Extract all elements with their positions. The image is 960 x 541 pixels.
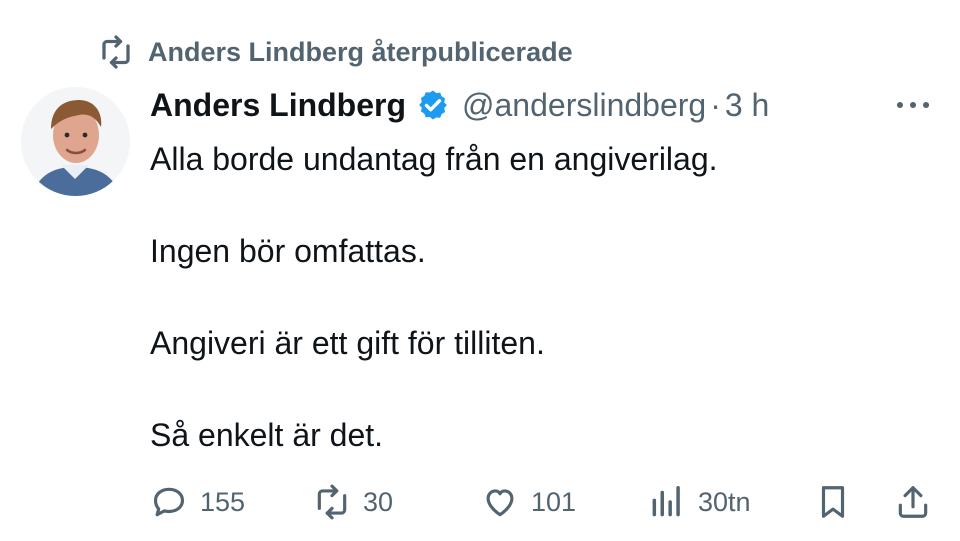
tweet-paragraph: Alla borde undantag från en angiverilag. [150, 141, 718, 177]
repost-icon [317, 484, 347, 520]
heart-icon [486, 489, 514, 517]
verified-badge-icon[interactable] [416, 88, 450, 122]
views-count: 30tn [698, 486, 751, 517]
repost-indicator[interactable]: Anders Lindberg återpublicerade [98, 34, 573, 70]
views-button[interactable]: 30tn [648, 480, 751, 524]
views-chart-icon [652, 486, 680, 517]
reply-count: 155 [200, 486, 246, 517]
more-icon [896, 101, 930, 109]
avatar[interactable] [21, 87, 130, 196]
more-options-button[interactable] [890, 89, 936, 121]
bookmark-button[interactable] [814, 480, 852, 524]
like-button[interactable]: 101 [481, 480, 576, 524]
reply-button[interactable]: 155 [150, 480, 245, 524]
repost-label: Anders Lindberg återpublicerade [148, 36, 573, 67]
like-count: 101 [531, 486, 577, 517]
reply-icon [153, 487, 185, 517]
tweet-header: Anders Lindberg @anderslindberg · 3 h [150, 82, 936, 128]
avatar-image [21, 87, 130, 196]
share-icon [898, 486, 928, 518]
tweet-action-bar: 155 30 101 30tn [150, 480, 936, 524]
share-button[interactable] [894, 480, 932, 524]
repost-icon [102, 35, 130, 69]
author-handle[interactable]: @anderslindberg [462, 87, 706, 124]
tweet-text: Alla borde undantag från en angiverilag.… [150, 136, 930, 458]
tweet-paragraph: Angiveri är ett gift för tilliten. [150, 325, 545, 361]
bookmark-icon [821, 486, 845, 518]
repost-button[interactable]: 30 [313, 480, 393, 524]
separator-dot: · [710, 86, 721, 123]
tweet-timestamp[interactable]: 3 h [725, 87, 769, 124]
author-name[interactable]: Anders Lindberg [150, 87, 406, 124]
repost-count: 30 [363, 486, 394, 517]
tweet-paragraph: Så enkelt är det. [150, 417, 384, 453]
tweet-paragraph: Ingen bör omfattas. [150, 233, 426, 269]
